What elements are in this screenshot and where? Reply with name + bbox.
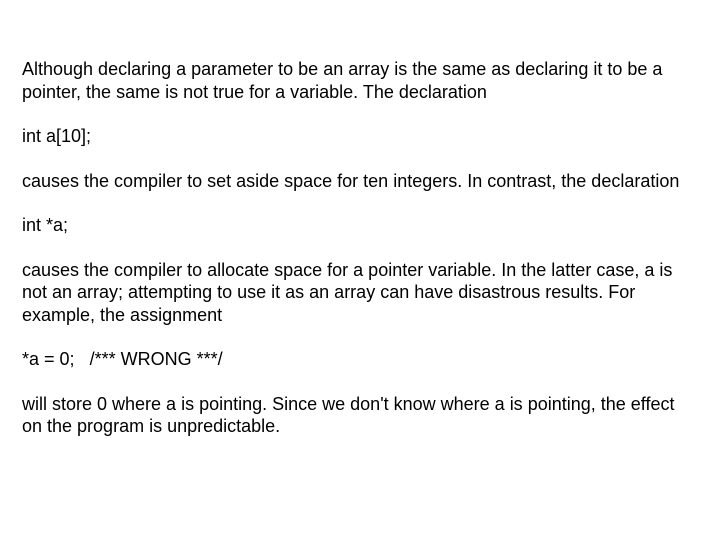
paragraph-pointer-explain: causes the compiler to allocate space fo… [22, 259, 698, 327]
document-page: Although declaring a parameter to be an … [0, 0, 720, 438]
paragraph-intro: Although declaring a parameter to be an … [22, 58, 698, 103]
code-pointer-decl: int *a; [22, 214, 698, 237]
code-wrong-assign: *a = 0; /*** WRONG ***/ [22, 348, 698, 371]
paragraph-array-explain: causes the compiler to set aside space f… [22, 170, 698, 193]
paragraph-conclusion: will store 0 where a is pointing. Since … [22, 393, 698, 438]
code-wrong-comment: /*** WRONG ***/ [90, 349, 223, 369]
code-array-decl: int a[10]; [22, 125, 698, 148]
code-assign: *a = 0; [22, 349, 75, 369]
